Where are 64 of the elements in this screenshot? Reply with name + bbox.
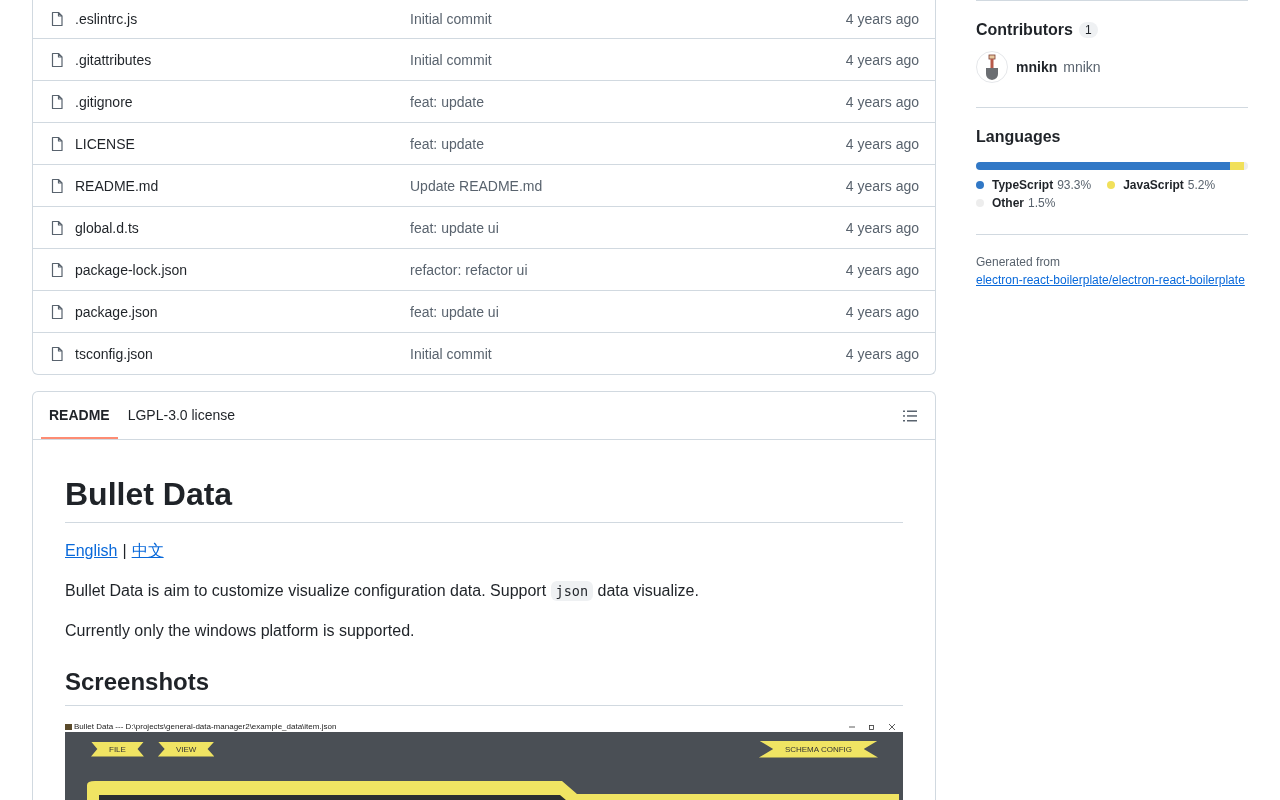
file-icon [49, 177, 65, 194]
commit-message-link[interactable]: Initial commit [410, 51, 846, 68]
commit-message-link[interactable]: refactor: refactor ui [410, 261, 846, 278]
template-link[interactable]: electron-react-boilerplate/electron-react-boilerplate [976, 271, 1248, 289]
commit-message-link[interactable]: feat: update [410, 135, 846, 152]
readme-tab[interactable]: README [41, 392, 118, 439]
file-name-link[interactable]: global.d.ts [75, 219, 410, 236]
commit-message-link[interactable]: feat: update [410, 93, 846, 110]
file-icon [49, 345, 65, 362]
commit-time: 4 years ago [845, 219, 919, 236]
language-percent: 1.5% [1028, 196, 1056, 210]
commit-time: 4 years ago [845, 135, 919, 152]
intro-paragraph: Bullet Data is aim to customize visualize configuration data. Support json data visualize. [65, 580, 700, 603]
minimize-icon [849, 724, 855, 730]
separator: | [122, 541, 127, 561]
app-icon [65, 724, 72, 730]
contributor-name: mnikn [1063, 59, 1101, 75]
note-paragraph: Currently only the windows platform is supported. [65, 621, 416, 641]
commit-time: 4 years ago [845, 51, 919, 68]
readme-tab[interactable]: LGPL-3.0 license [119, 392, 244, 439]
language-name[interactable]: Other [992, 196, 1024, 210]
language-percent: 93.3% [1057, 178, 1092, 192]
language-percent: 5.2% [1187, 178, 1216, 192]
language-name[interactable]: JavaScript [1123, 178, 1184, 192]
language-link[interactable]: 中文 [131, 539, 164, 563]
file-icon [49, 219, 65, 236]
generated-from-text: Generated from [976, 255, 1061, 269]
file-icon [49, 93, 65, 110]
commit-time: 4 years ago [845, 11, 919, 27]
commit-time: 4 years ago [845, 93, 919, 110]
commit-message-link[interactable]: feat: update ui [410, 219, 846, 236]
commit-message-link[interactable]: feat: update ui [410, 303, 846, 320]
file-name-link[interactable]: README.md [75, 177, 410, 194]
language-name[interactable]: TypeScript [992, 178, 1054, 192]
window-title: Bullet Data --- D:\projects\general-data-manager2\example_data\item.json [74, 722, 337, 732]
file-icon [49, 135, 65, 152]
section-heading: Screenshots [65, 667, 211, 697]
file-name-link[interactable]: package.json [75, 303, 410, 320]
file-name-link[interactable]: LICENSE [75, 135, 410, 152]
close-icon [889, 724, 895, 730]
commit-time: 4 years ago [845, 261, 919, 278]
file-icon [49, 11, 65, 27]
restore-icon [869, 724, 875, 730]
language-link[interactable]: English [65, 539, 118, 563]
commit-message-link[interactable]: Initial commit [410, 11, 846, 27]
commit-message-link[interactable]: Update README.md [410, 177, 846, 194]
file-name-link[interactable]: .gitignore [75, 93, 410, 110]
contributors-heading: Contributors [976, 21, 1073, 39]
commit-time: 4 years ago [845, 345, 919, 362]
readme-heading: Bullet Data [65, 475, 234, 514]
file-icon [49, 51, 65, 68]
commit-message-link[interactable]: Initial commit [410, 345, 846, 362]
contributor-count: 1 [1078, 22, 1098, 38]
commit-time: 4 years ago [845, 177, 919, 194]
file-name-link[interactable]: package-lock.json [75, 261, 410, 278]
file-icon [49, 261, 65, 278]
commit-time: 4 years ago [845, 303, 919, 320]
file-icon [49, 303, 65, 320]
avatar-icon[interactable] [976, 51, 1008, 83]
file-name-link[interactable]: tsconfig.json [75, 345, 410, 362]
file-name-link[interactable]: .gitattributes [75, 51, 410, 68]
languages-heading: Languages [976, 128, 1062, 146]
file-name-link[interactable]: .eslintrc.js [75, 11, 410, 27]
contributor-login-link[interactable]: mnikn [1016, 59, 1058, 75]
